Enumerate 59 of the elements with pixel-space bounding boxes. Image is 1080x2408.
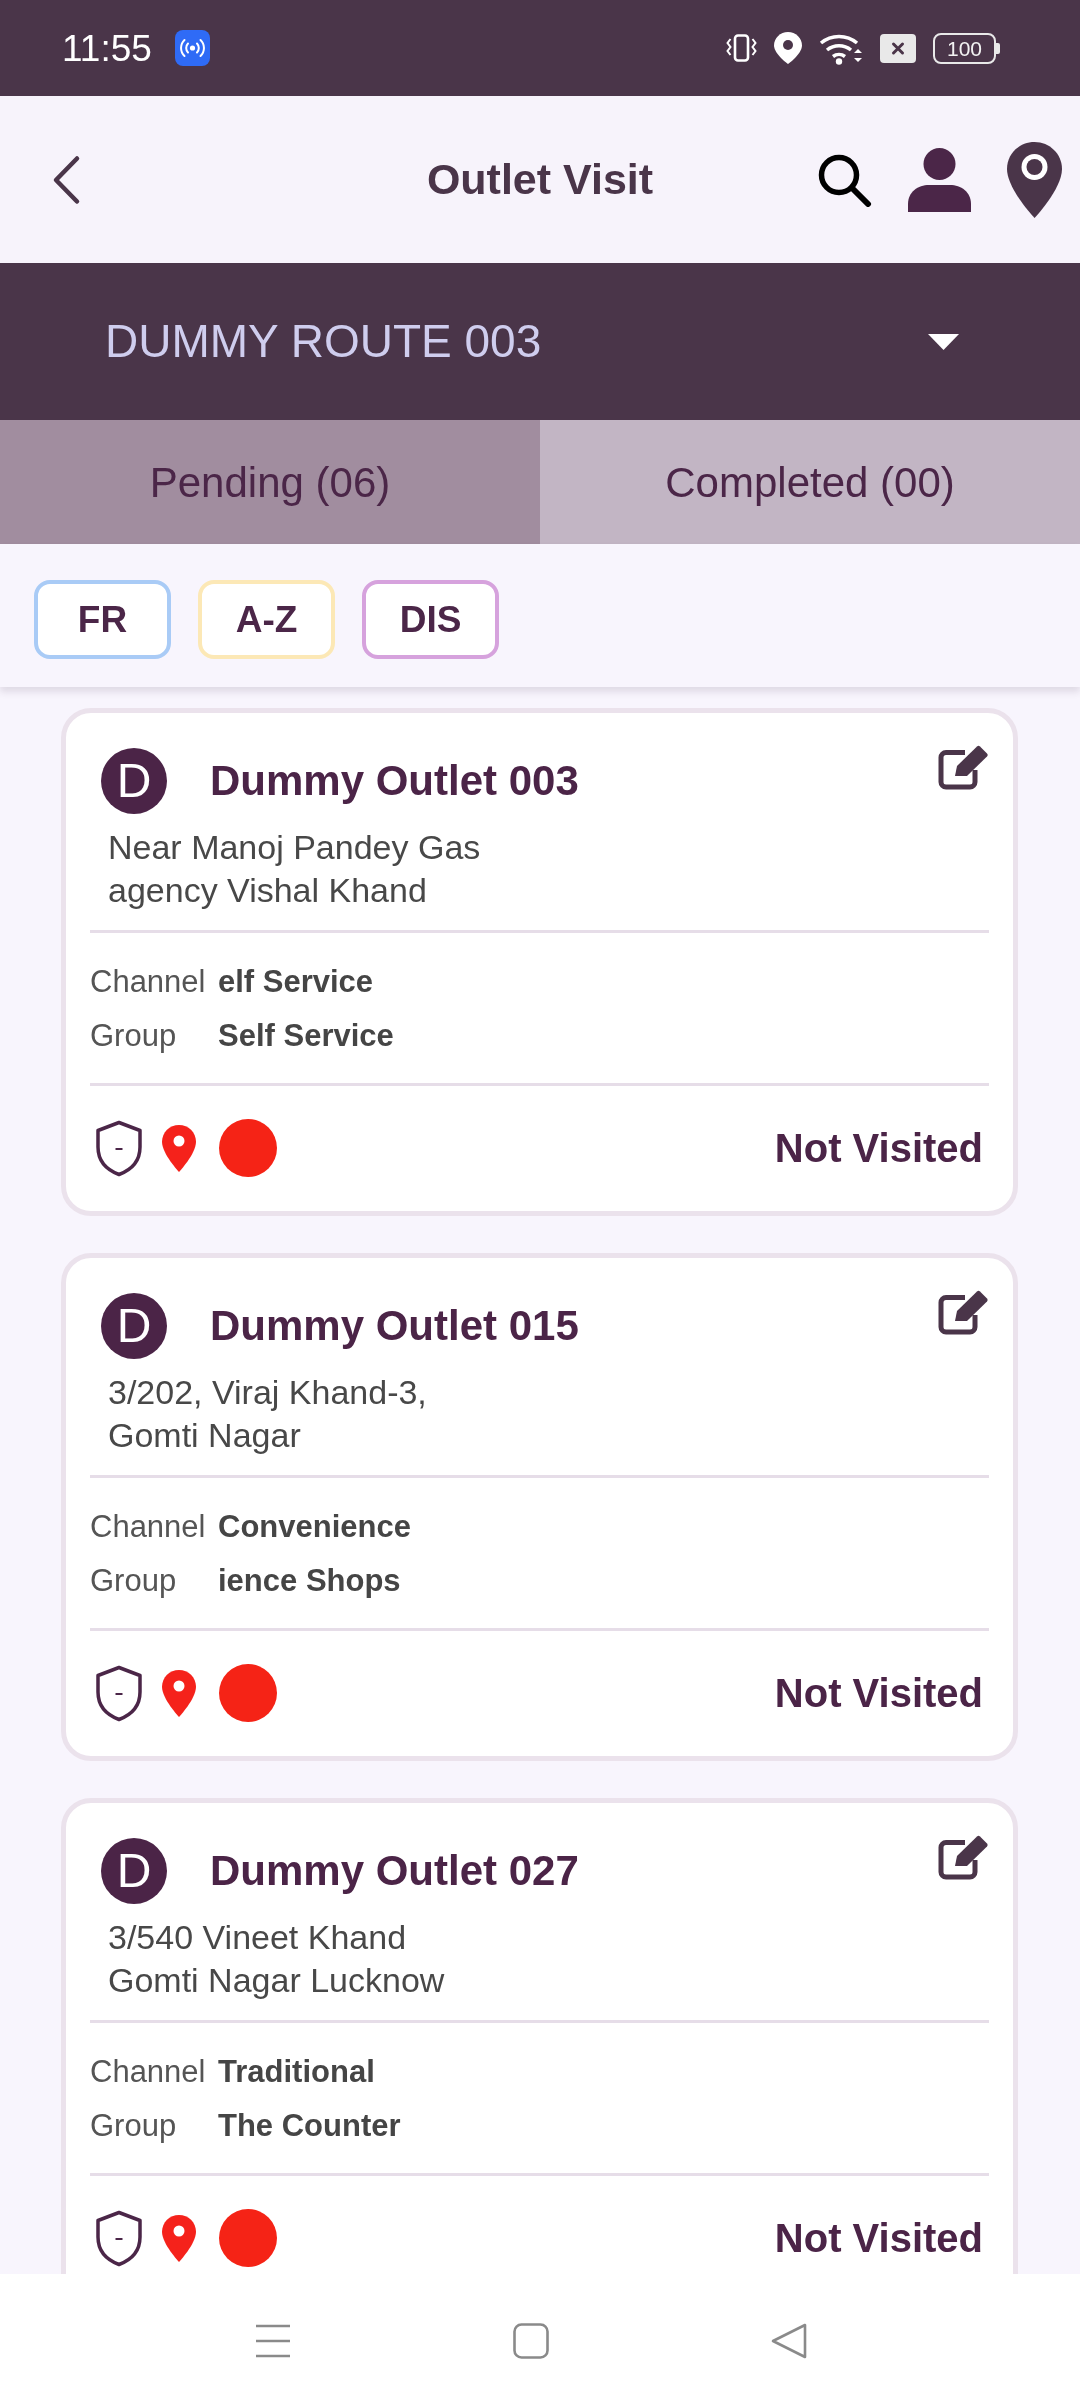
person-icon[interactable] <box>907 147 972 212</box>
outlet-card[interactable]: D Dummy Outlet 027 3/540 Vineet Khand Gomti Nagar Lucknow Channel Traditional Group The Counter Not Visited <box>61 1798 1018 2274</box>
visit-status: Not Visited <box>774 1126 983 1170</box>
detail-value: The Counter <box>218 2106 401 2145</box>
map-pin-icon[interactable] <box>1007 141 1062 218</box>
visit-status: Not Visited <box>774 1671 983 1715</box>
tab[interactable]: Completed (00) <box>540 420 1080 544</box>
initial-avatar: D <box>101 1838 167 1904</box>
address-line: Near Manoj Pandey Gas <box>108 827 482 868</box>
detail-value: Convenience <box>218 1507 411 1546</box>
visit-status: Not Visited <box>774 2216 983 2260</box>
address-line: 3/202, Viraj Khand-3, <box>108 1372 428 1413</box>
detail-label: Channel <box>90 962 207 1001</box>
detail-value: Self Service <box>218 1016 394 1055</box>
screen-title: Outlet Visit <box>426 155 654 204</box>
address-line: Gomti Nagar Lucknow <box>108 1960 446 2001</box>
detail-label: Channel <box>90 1507 207 1546</box>
detail-label: Group <box>90 1016 178 1055</box>
location-pin-icon <box>774 32 802 64</box>
detail-value: elf Service <box>218 962 374 1001</box>
address-line: Gomti Nagar <box>108 1415 302 1456</box>
detail-label: Group <box>90 1561 178 1600</box>
home-icon[interactable] <box>513 2323 549 2359</box>
shield-icon <box>95 1664 143 1722</box>
filter-chip[interactable]: A-Z <box>198 580 335 659</box>
edit-icon[interactable] <box>937 1290 989 1336</box>
location-pin-icon <box>162 2214 196 2262</box>
filter-chip[interactable]: FR <box>34 580 171 659</box>
detail-label: Group <box>90 2106 178 2145</box>
search-icon[interactable] <box>817 152 872 207</box>
shield-icon <box>95 1119 143 1177</box>
edit-icon[interactable] <box>937 745 989 791</box>
initial-avatar: D <box>101 1293 167 1359</box>
edit-icon[interactable] <box>937 1835 989 1881</box>
no-sim-icon <box>880 33 916 63</box>
caret-icon <box>928 333 959 350</box>
filter-chip[interactable]: DIS <box>362 580 499 659</box>
battery-percent: 100 <box>946 37 982 59</box>
tab[interactable]: Pending (06) <box>0 420 540 544</box>
initial-avatar: D <box>101 748 167 814</box>
menu-icon[interactable] <box>255 2323 291 2359</box>
broadcast-icon <box>174 30 210 66</box>
vibrate-icon <box>726 34 757 62</box>
detail-label: Channel <box>90 2052 207 2091</box>
outlet-name: Dummy Outlet 003 <box>210 757 579 805</box>
outlet-card[interactable]: D Dummy Outlet 015 3/202, Viraj Khand-3, Gomti Nagar Channel Convenience Group ience Shops Not Visited <box>61 1253 1018 1761</box>
back-icon[interactable] <box>52 154 81 205</box>
detail-value: Traditional <box>218 2052 375 2091</box>
outlet-card[interactable]: D Dummy Outlet 003 Near Manoj Pandey Gas agency Vishal Khand Channel elf Service Group Self Service Not Visited <box>61 708 1018 1216</box>
outlet-name: Dummy Outlet 015 <box>210 1302 579 1350</box>
outlet-name: Dummy Outlet 027 <box>210 1847 579 1895</box>
status-time: 11:55 <box>62 29 152 67</box>
detail-value: ience Shops <box>218 1561 401 1600</box>
shield-icon <box>95 2209 143 2267</box>
address-line: 3/540 Vineet Khand <box>108 1917 408 1958</box>
location-pin-icon <box>162 1669 196 1717</box>
location-pin-icon <box>162 1124 196 1172</box>
route-dropdown[interactable]: DUMMY ROUTE 003 <box>0 263 1080 420</box>
address-line: agency Vishal Khand <box>108 870 428 911</box>
